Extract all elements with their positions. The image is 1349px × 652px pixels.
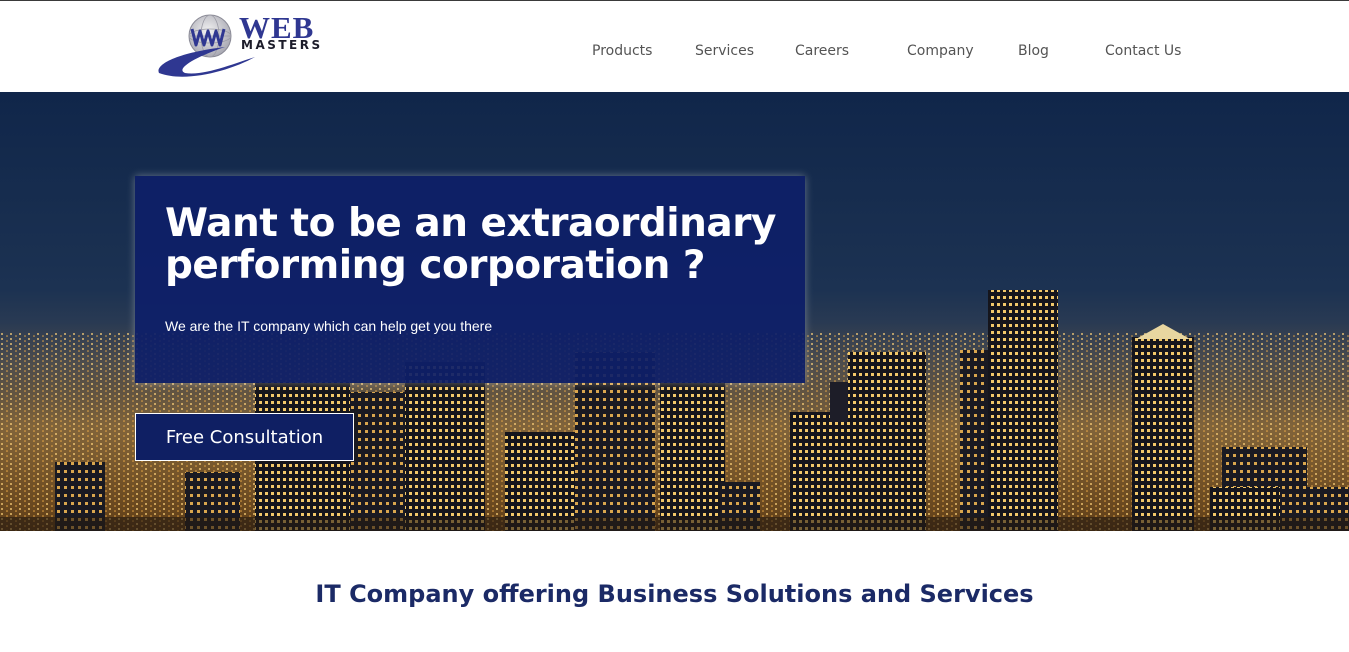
hero-title: Want to be an extraordinary performing c…	[165, 203, 795, 287]
nav-company[interactable]: Company	[907, 42, 974, 60]
main-nav: Products Services Careers Company Blog C…	[0, 1, 1349, 92]
hero-title-line1: Want to be an extraordinary	[165, 201, 776, 246]
nav-blog[interactable]: Blog	[1018, 42, 1049, 60]
nav-services[interactable]: Services	[695, 42, 754, 60]
nav-careers[interactable]: Careers	[795, 42, 849, 60]
nav-products[interactable]: Products	[592, 42, 652, 60]
hero-banner: Want to be an extraordinary performing c…	[0, 92, 1349, 531]
free-consultation-button[interactable]: Free Consultation	[135, 413, 354, 461]
hero-subtitle: We are the IT company which can help get…	[165, 318, 493, 334]
section-title: IT Company offering Business Solutions a…	[315, 580, 1034, 608]
site-header: WEB MASTERS Products Services Careers Co…	[0, 1, 1349, 92]
nav-contact-us[interactable]: Contact Us	[1105, 42, 1181, 60]
hero-title-line2: performing corporation ?	[165, 243, 706, 288]
hero-card: Want to be an extraordinary performing c…	[135, 176, 805, 383]
